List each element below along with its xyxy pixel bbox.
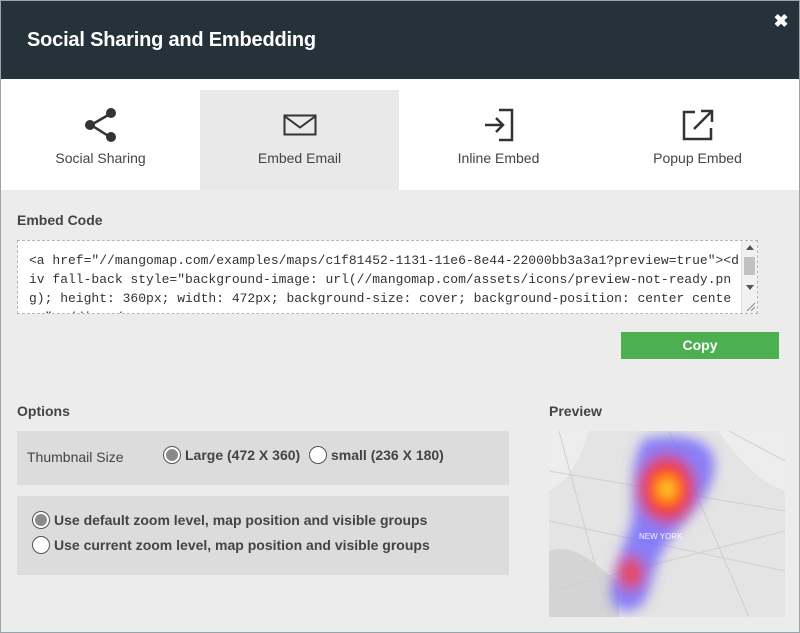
tab-social-sharing[interactable]: Social Sharing [1,90,200,190]
heatmap-map-image: NEW YORK [549,431,785,617]
dialog-header: Social Sharing and Embedding ✖ [1,1,799,79]
thumbnail-size-label: Thumbnail Size [27,449,124,465]
close-x-icon[interactable]: ✖ [772,12,790,30]
scroll-down-arrow-icon[interactable] [746,285,754,290]
tab-embed-email[interactable]: Embed Email [200,90,399,190]
tab-label: Popup Embed [653,150,742,166]
share-embed-dialog: Social Sharing and Embedding ✖ Social Sh… [0,0,800,633]
embed-code-textarea[interactable]: <a href="//mangomap.com/examples/maps/c1… [17,240,758,314]
radio-size-small[interactable] [309,446,327,464]
zoom-options-panel: Use default zoom level, map position and… [17,496,509,575]
radio-size-large[interactable] [163,446,181,464]
copy-button[interactable]: Copy [621,332,779,359]
envelope-icon [283,114,317,136]
tab-inline-embed[interactable]: Inline Embed [399,90,598,190]
resize-handle-icon[interactable] [745,301,755,311]
external-link-icon [682,109,714,141]
radio-default-zoom[interactable] [32,511,50,529]
embed-code-label: Embed Code [17,212,103,228]
scroll-thumb[interactable] [744,257,755,275]
scroll-up-arrow-icon[interactable] [746,245,754,250]
sign-in-arrow-icon [485,108,514,142]
tab-label: Embed Email [257,150,342,166]
map-city-label: NEW YORK [639,532,683,541]
radio-current-zoom-label[interactable]: Use current zoom level, map position and… [54,537,430,553]
radio-default-zoom-label[interactable]: Use default zoom level, map position and… [54,512,427,528]
radio-size-small-label[interactable]: small (236 X 180) [331,447,444,463]
tab-label: Social Sharing [55,150,146,166]
tab-bar: Social Sharing Embed Email Inline Embed [1,79,799,190]
share-icon [85,108,116,142]
options-label: Options [17,403,70,419]
tab-popup-embed[interactable]: Popup Embed [598,90,797,190]
thumbnail-size-panel: Thumbnail Size Large (472 X 360) small (… [17,431,509,485]
radio-size-large-label[interactable]: Large (472 X 360) [185,447,300,463]
map-preview[interactable]: NEW YORK [549,431,785,617]
dialog-title: Social Sharing and Embedding [27,29,316,51]
tab-label: Inline Embed [457,150,540,166]
preview-label: Preview [549,403,602,419]
embed-code-text[interactable]: <a href="//mangomap.com/examples/maps/c1… [29,251,741,313]
radio-current-zoom[interactable] [32,536,50,554]
